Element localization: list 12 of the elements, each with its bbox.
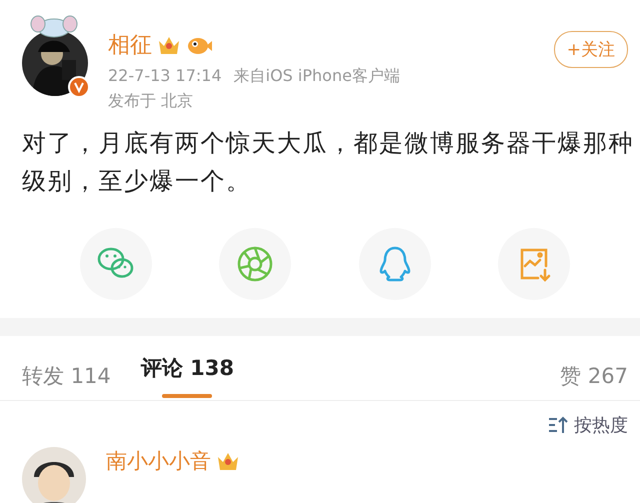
sort-icon: [548, 416, 568, 434]
tab[interactable]: 赞 267: [560, 336, 628, 400]
commenter-name[interactable]: 南小小小音: [106, 447, 211, 475]
post-time: 22-7-13 17:14: [108, 66, 222, 87]
post-location: 发布于 北京: [108, 91, 194, 112]
follow-button[interactable]: +关注: [554, 31, 628, 68]
sort-button[interactable]: 按热度: [548, 413, 628, 437]
tab[interactable]: 转发 114: [22, 336, 111, 400]
tab[interactable]: 评论 138: [140, 336, 234, 400]
post-source: 来自iOS iPhone客户端: [234, 66, 400, 87]
author-name[interactable]: 相征: [108, 30, 152, 60]
post-text: 对了，月底有两个惊天大瓜，都是微博服务器干爆那种级别，至少爆一个。: [21, 128, 635, 197]
